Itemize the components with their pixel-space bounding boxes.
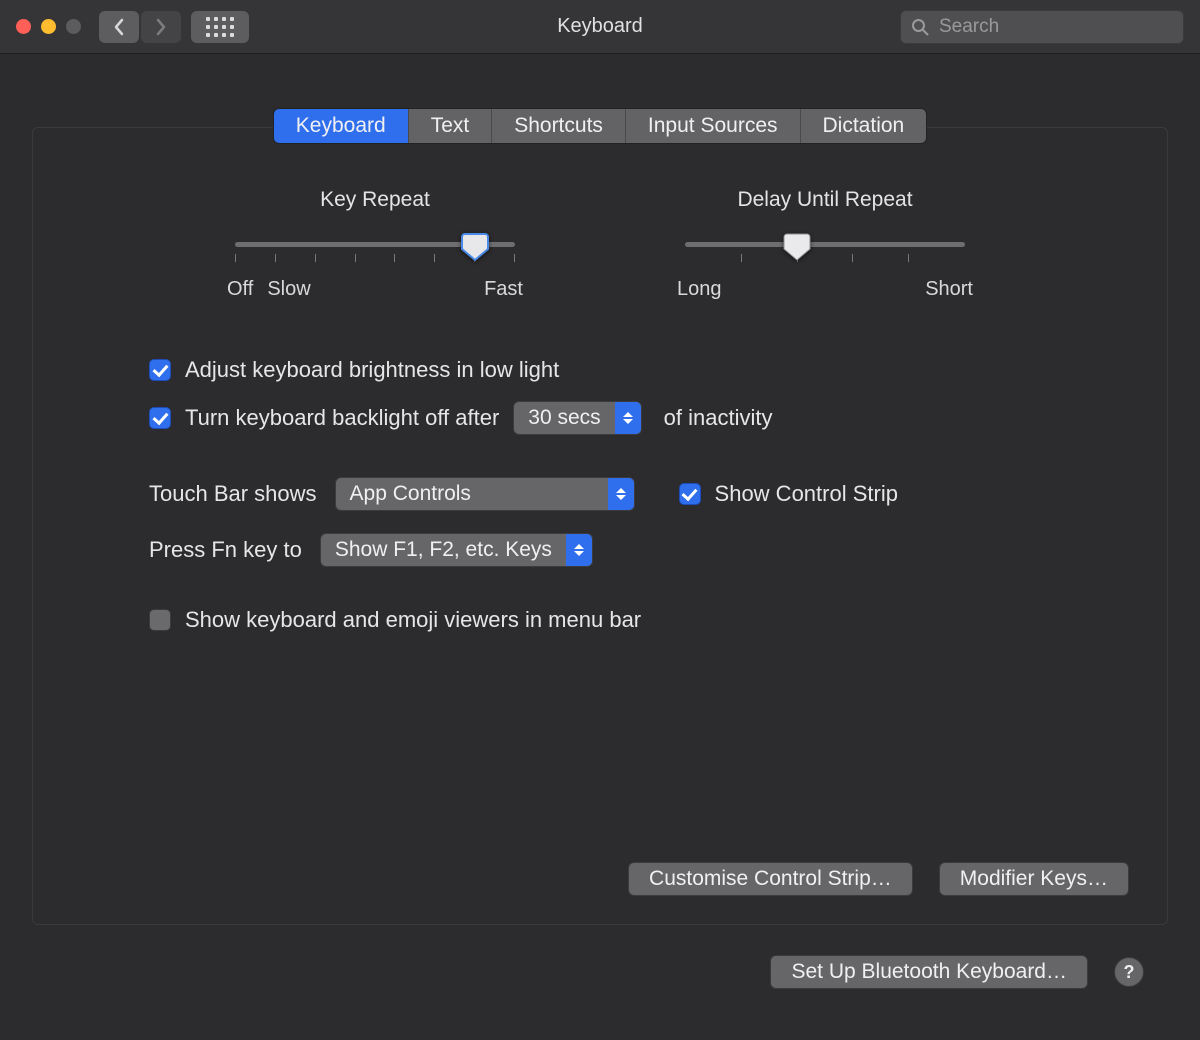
chevron-right-icon bbox=[155, 18, 167, 36]
backlight-off-label-after: of inactivity bbox=[664, 405, 773, 431]
help-button[interactable]: ? bbox=[1114, 957, 1144, 987]
key-repeat-slider-block: Key Repeat Off Slow Fast bbox=[225, 188, 525, 301]
key-repeat-off-label: Off bbox=[227, 278, 253, 301]
select-arrows-icon bbox=[566, 534, 592, 566]
fn-key-label: Press Fn key to bbox=[149, 537, 302, 563]
minimize-window-button[interactable] bbox=[41, 19, 56, 34]
key-repeat-fast-label: Fast bbox=[484, 278, 523, 301]
show-control-strip-checkbox[interactable] bbox=[679, 483, 701, 505]
backlight-timeout-select[interactable]: 30 secs bbox=[513, 401, 641, 435]
maximize-window-button[interactable] bbox=[66, 19, 81, 34]
key-repeat-slow-label: Slow bbox=[267, 278, 310, 301]
close-window-button[interactable] bbox=[16, 19, 31, 34]
key-repeat-title: Key Repeat bbox=[225, 188, 525, 212]
delay-short-label: Short bbox=[925, 278, 973, 301]
tab-text[interactable]: Text bbox=[409, 109, 493, 143]
tab-input-sources[interactable]: Input Sources bbox=[626, 109, 801, 143]
adjust-brightness-label: Adjust keyboard brightness in low light bbox=[185, 357, 559, 383]
settings-panel: Key Repeat Off Slow Fast bbox=[32, 127, 1168, 925]
search-input[interactable] bbox=[937, 15, 1186, 39]
show-control-strip-label: Show Control Strip bbox=[715, 481, 898, 507]
window-controls bbox=[16, 19, 81, 34]
backlight-timeout-value: 30 secs bbox=[514, 402, 614, 434]
touch-bar-value: App Controls bbox=[336, 478, 608, 510]
tab-dictation[interactable]: Dictation bbox=[801, 109, 927, 143]
customise-control-strip-button[interactable]: Customise Control Strip… bbox=[628, 862, 913, 896]
select-arrows-icon bbox=[608, 478, 634, 510]
adjust-brightness-checkbox[interactable] bbox=[149, 359, 171, 381]
show-viewers-label: Show keyboard and emoji viewers in menu … bbox=[185, 607, 641, 633]
backlight-off-checkbox[interactable] bbox=[149, 407, 171, 429]
search-field[interactable] bbox=[900, 10, 1184, 44]
show-all-button[interactable] bbox=[191, 11, 249, 43]
modifier-keys-button[interactable]: Modifier Keys… bbox=[939, 862, 1129, 896]
show-viewers-checkbox[interactable] bbox=[149, 609, 171, 631]
back-button[interactable] bbox=[99, 11, 139, 43]
slider-knob-icon[interactable] bbox=[783, 232, 811, 262]
setup-bluetooth-keyboard-button[interactable]: Set Up Bluetooth Keyboard… bbox=[770, 955, 1088, 989]
delay-title: Delay Until Repeat bbox=[675, 188, 975, 212]
tab-keyboard[interactable]: Keyboard bbox=[274, 109, 409, 143]
grid-icon bbox=[206, 17, 234, 37]
titlebar: Keyboard bbox=[0, 0, 1200, 54]
fn-key-value: Show F1, F2, etc. Keys bbox=[321, 534, 566, 566]
delay-until-repeat-slider-block: Delay Until Repeat Long Short bbox=[675, 188, 975, 301]
chevron-left-icon bbox=[113, 18, 125, 36]
backlight-off-label-before: Turn keyboard backlight off after bbox=[185, 405, 499, 431]
delay-slider[interactable] bbox=[675, 236, 975, 272]
fn-key-select[interactable]: Show F1, F2, etc. Keys bbox=[320, 533, 593, 567]
tab-bar: Keyboard Text Shortcuts Input Sources Di… bbox=[273, 108, 927, 144]
slider-knob-icon[interactable] bbox=[461, 232, 489, 262]
select-arrows-icon bbox=[615, 402, 641, 434]
touch-bar-select[interactable]: App Controls bbox=[335, 477, 635, 511]
forward-button[interactable] bbox=[141, 11, 181, 43]
touch-bar-label: Touch Bar shows bbox=[149, 481, 317, 507]
tab-shortcuts[interactable]: Shortcuts bbox=[492, 109, 626, 143]
key-repeat-slider[interactable] bbox=[225, 236, 525, 272]
search-icon bbox=[911, 18, 929, 36]
delay-long-label: Long bbox=[677, 278, 722, 301]
